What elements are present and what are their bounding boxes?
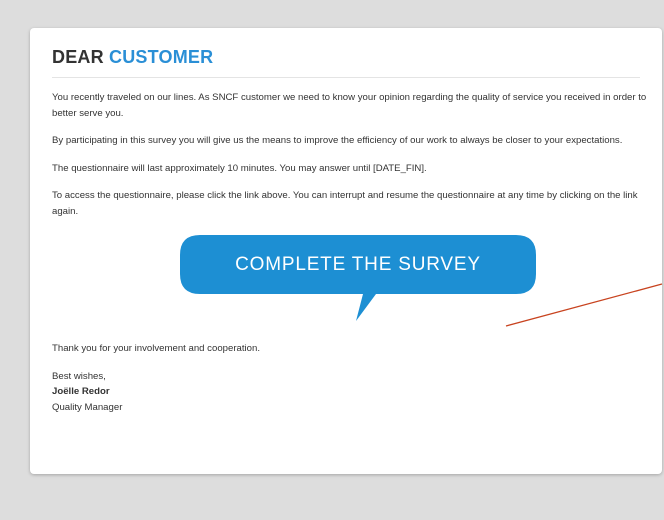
title-accent: CUSTOMER <box>109 47 214 67</box>
complete-survey-button[interactable] <box>180 235 536 321</box>
paragraph-purpose: By participating in this survey you will… <box>52 135 623 146</box>
email-card: DEAR CUSTOMER You recently traveled on o… <box>30 28 662 474</box>
title-greeting: DEAR <box>52 47 104 67</box>
paragraph-duration: The questionnaire will last approximatel… <box>52 162 427 174</box>
speech-bubble-shape <box>180 235 536 321</box>
paragraph-instructions: To access the questionnaire, please clic… <box>52 190 638 217</box>
thanks-text: Thank you for your involvement and coope… <box>52 343 260 354</box>
closing-text: Best wishes, <box>52 370 106 382</box>
paragraph-intro: You recently traveled on our lines. As S… <box>52 92 647 119</box>
signer-name: Joëlle Redor <box>52 386 110 397</box>
title-divider <box>52 77 640 78</box>
signature-block: Best wishes, Joëlle Redor Quality Manage… <box>52 369 640 416</box>
signer-title: Quality Manager <box>52 401 123 413</box>
survey-button-wrap: COMPLETE THE SURVEY <box>180 235 536 321</box>
email-title: DEAR CUSTOMER <box>52 46 640 68</box>
